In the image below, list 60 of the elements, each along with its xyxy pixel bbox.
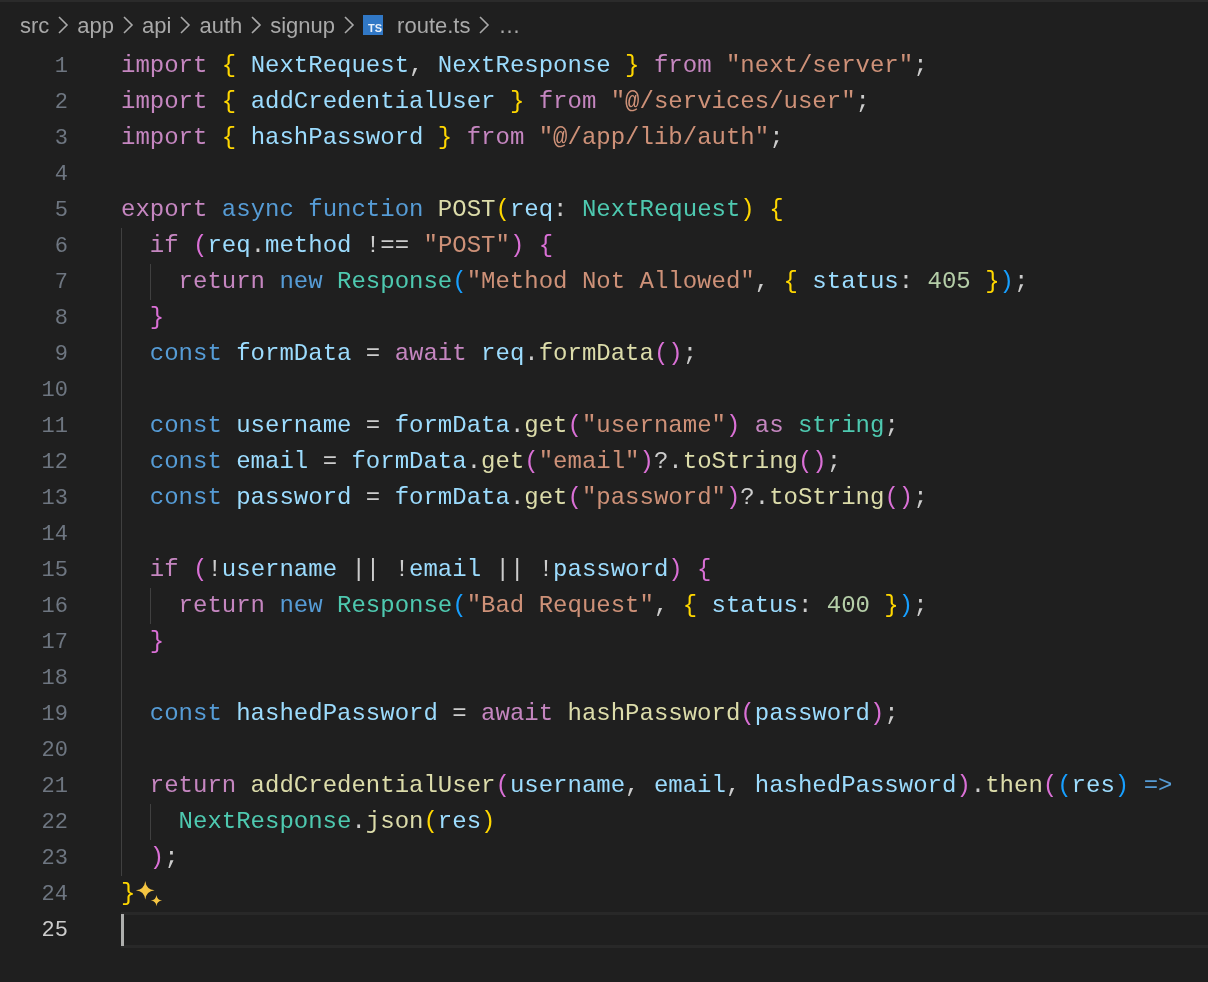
chevron-icon xyxy=(478,15,491,35)
chevron-icon xyxy=(122,15,135,35)
code-line: return new Response("Bad Request", { status: 400 }); xyxy=(178,591,928,621)
typescript-file-icon: TS xyxy=(363,15,384,35)
code-line: const formData = await req.formData(); xyxy=(149,339,698,369)
code-line: NextResponse.json(res) xyxy=(178,807,496,837)
chevron-icon xyxy=(179,15,192,35)
line-number: 10 xyxy=(40,376,68,405)
chevron-icon xyxy=(57,15,70,35)
code-line: if (!username || !email || !password) { xyxy=(149,555,712,585)
code-line: import { NextRequest, NextResponse } from "next/server"; xyxy=(121,51,928,81)
code-line: } xyxy=(121,879,136,909)
breadcrumb-item[interactable]: … xyxy=(498,8,521,42)
line-number: 23 xyxy=(40,844,68,873)
chevron-icon xyxy=(343,15,356,35)
line-number: 25 xyxy=(40,916,68,945)
line-number: 13 xyxy=(40,484,68,513)
code-line: import { addCredentialUser } from "@/services/user"; xyxy=(121,87,870,117)
code-line: export async function POST(req: NextRequest) { xyxy=(121,195,784,225)
breadcrumb-item[interactable]: route.ts xyxy=(397,8,471,42)
code-line: const username = formData.get("username") as string; xyxy=(149,411,899,441)
code-line: const email = formData.get("email")?.toString(); xyxy=(149,447,842,477)
breadcrumb-item[interactable]: auth xyxy=(199,8,243,42)
code-line: return addCredentialUser(username, email, hashedPassword).then((res) => xyxy=(149,771,1173,801)
line-number: 17 xyxy=(40,628,68,657)
code-line: const hashedPassword = await hashPassword(password); xyxy=(149,699,899,729)
line-number: 2 xyxy=(53,88,68,117)
code-line: const password = formData.get("password")?.toString(); xyxy=(149,483,928,513)
line-number: 14 xyxy=(40,520,68,549)
line-number: 12 xyxy=(40,448,68,477)
code-line: ); xyxy=(149,843,179,873)
breadcrumb-item[interactable]: signup xyxy=(270,8,336,42)
line-number: 21 xyxy=(40,772,68,801)
code-line: } xyxy=(149,303,165,333)
line-number: 15 xyxy=(40,556,68,585)
breadcrumb-item[interactable]: app xyxy=(77,8,115,42)
line-number: 9 xyxy=(53,340,68,369)
code-line: import { hashPassword } from "@/app/lib/auth"; xyxy=(121,123,784,153)
line-number: 4 xyxy=(53,160,68,189)
line-number: 7 xyxy=(53,268,68,297)
line-number: 24 xyxy=(40,880,68,909)
chevron-icon xyxy=(250,15,263,35)
line-number: 16 xyxy=(40,592,68,621)
line-number: 18 xyxy=(40,664,68,693)
line-number: 20 xyxy=(40,736,68,765)
code-line: return new Response("Method Not Allowed", { status: 405 }); xyxy=(178,267,1029,297)
line-number: 22 xyxy=(40,808,68,837)
line-number: 11 xyxy=(40,412,68,441)
line-number: 8 xyxy=(53,304,68,333)
line-number: 3 xyxy=(53,124,68,153)
line-number: 19 xyxy=(40,700,68,729)
code-line: if (req.method !== "POST") { xyxy=(149,231,554,261)
line-number: 5 xyxy=(53,196,68,225)
sparkle-icon[interactable] xyxy=(135,880,164,908)
line-number: 6 xyxy=(53,232,68,261)
breadcrumb-item[interactable]: src xyxy=(20,8,50,42)
line-number: 1 xyxy=(53,52,68,81)
code-line: } xyxy=(149,627,165,657)
breadcrumb-item[interactable]: api xyxy=(142,8,172,42)
text-cursor xyxy=(121,914,124,946)
